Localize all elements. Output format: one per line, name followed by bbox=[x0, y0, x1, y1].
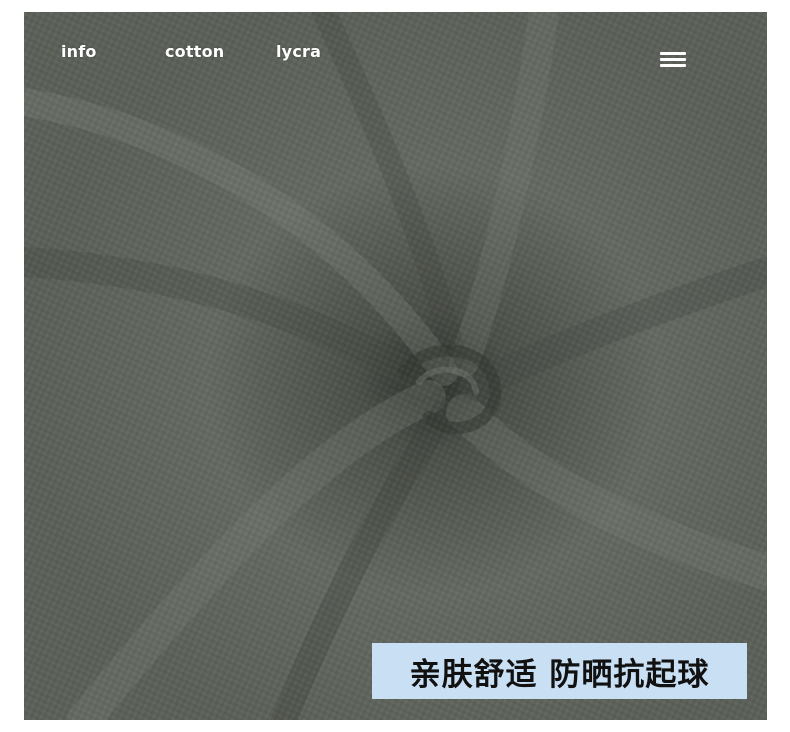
menu-bar bbox=[660, 52, 686, 55]
nav-item-cotton[interactable]: cotton bbox=[165, 42, 224, 61]
fabric-photo: info cotton lycra 亲肤舒适 防晒抗起球 bbox=[24, 12, 767, 720]
top-nav: info cotton lycra bbox=[24, 42, 767, 72]
feature-caption-text: 亲肤舒适 防晒抗起球 bbox=[409, 656, 710, 693]
hamburger-menu-icon[interactable] bbox=[660, 50, 686, 70]
menu-bar bbox=[660, 58, 686, 61]
nav-item-info[interactable]: info bbox=[61, 42, 97, 61]
menu-bar bbox=[660, 64, 686, 67]
fabric-swirl-image bbox=[24, 12, 767, 720]
nav-item-lycra[interactable]: lycra bbox=[276, 42, 321, 61]
feature-caption-box: 亲肤舒适 防晒抗起球 bbox=[372, 643, 747, 699]
